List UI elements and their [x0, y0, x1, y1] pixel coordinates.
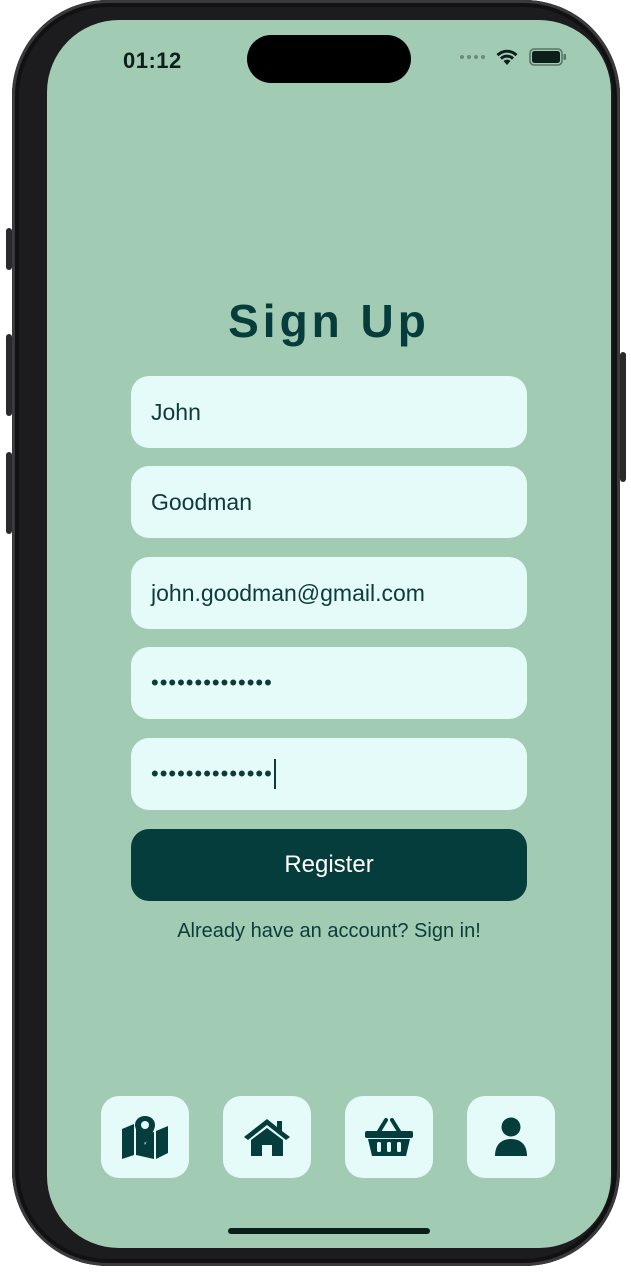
- mute-switch: [6, 228, 12, 270]
- last-name-value: Goodman: [151, 488, 253, 515]
- wifi-icon: [496, 49, 518, 65]
- sign-in-link[interactable]: Already have an account? Sign in!: [47, 920, 611, 943]
- app-screen: 01:12 Sign Up John Goodman john.goodman@…: [47, 20, 611, 1248]
- dynamic-island: [247, 35, 411, 83]
- basket-icon: [365, 1118, 413, 1156]
- signal-dots-icon: [460, 55, 485, 59]
- page-title: Sign Up: [228, 295, 430, 347]
- email-field[interactable]: john.goodman@gmail.com: [131, 557, 527, 629]
- tab-home[interactable]: [223, 1096, 311, 1178]
- user-icon: [495, 1117, 527, 1156]
- status-icons: [460, 48, 567, 66]
- home-icon: [244, 1119, 290, 1156]
- tab-profile[interactable]: [467, 1096, 555, 1178]
- battery-icon: [529, 48, 566, 66]
- password-field[interactable]: ••••••••••••••: [131, 647, 527, 719]
- volume-up-button: [6, 334, 12, 416]
- password-value: ••••••••••••••: [151, 670, 273, 695]
- power-button: [620, 352, 626, 482]
- home-indicator: [228, 1228, 430, 1234]
- status-time: 01:12: [123, 48, 182, 73]
- register-button[interactable]: Register: [131, 829, 527, 901]
- tab-map[interactable]: [101, 1096, 189, 1178]
- last-name-field[interactable]: Goodman: [131, 466, 527, 538]
- map-icon: [122, 1116, 168, 1159]
- phone-frame: 01:12 Sign Up John Goodman john.goodman@…: [6, 0, 626, 1266]
- email-value: john.goodman@gmail.com: [151, 579, 425, 606]
- confirm-password-field[interactable]: ••••••••••••••: [131, 738, 527, 810]
- first-name-value: John: [151, 398, 201, 425]
- volume-down-button: [6, 452, 12, 534]
- tab-basket[interactable]: [345, 1096, 433, 1178]
- first-name-field[interactable]: John: [131, 376, 527, 448]
- confirm-password-value: ••••••••••••••: [151, 761, 273, 786]
- register-label: Register: [284, 851, 374, 878]
- text-caret: [273, 759, 276, 789]
